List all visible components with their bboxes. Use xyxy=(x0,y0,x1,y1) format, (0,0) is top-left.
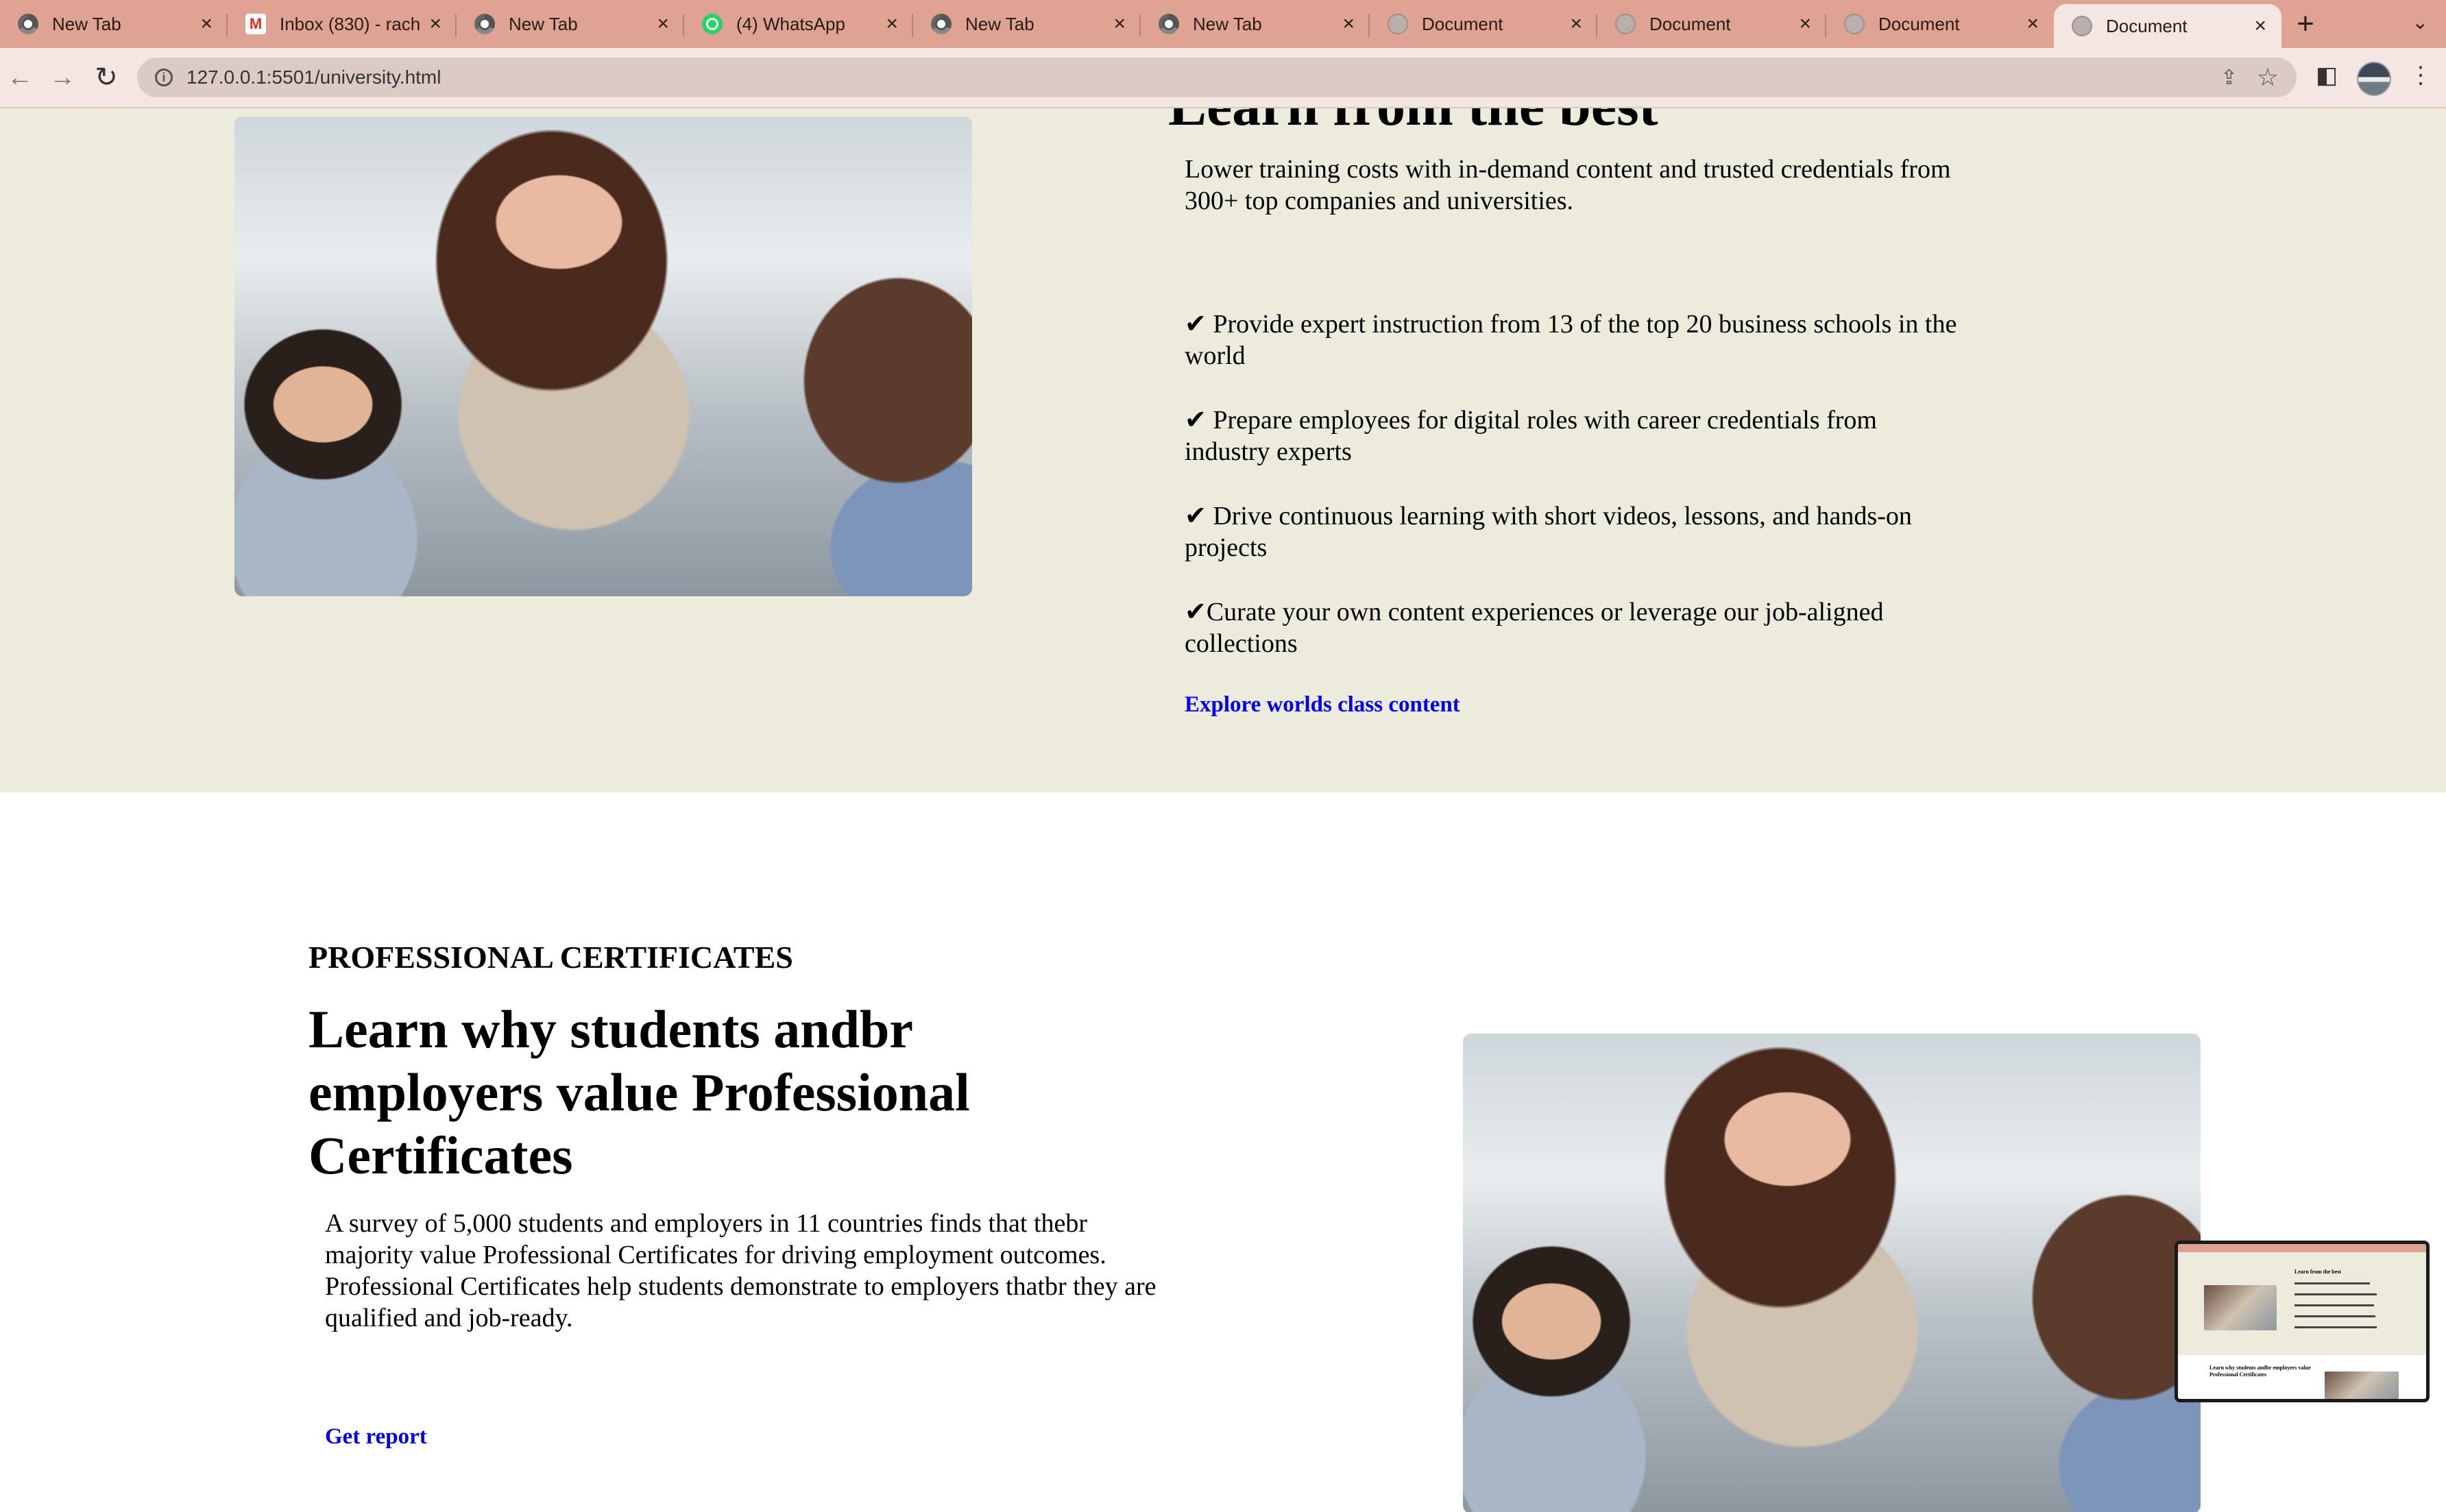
browser-tab[interactable]: Document × xyxy=(1597,0,1826,48)
tab-search-chevron-icon[interactable]: ⌄ xyxy=(2412,11,2428,34)
tab-close-icon[interactable]: × xyxy=(1113,12,1126,36)
tab-title: Document xyxy=(2106,15,2188,36)
tab-close-icon[interactable]: × xyxy=(2254,14,2266,38)
globe-icon xyxy=(1615,14,1636,34)
tab-title: Inbox (830) - rach xyxy=(280,13,421,34)
tab-title: New Tab xyxy=(1193,13,1262,34)
side-panel-icon[interactable]: ◧ xyxy=(2316,62,2338,89)
hero-intro-line: 300+ top companies and universities. xyxy=(1185,186,1574,215)
certificates-heading: Learn why students andbr employers value… xyxy=(308,999,970,1185)
tab-title: (4) WhatsApp xyxy=(736,13,845,34)
browser-tab[interactable]: Inbox (830) - rach × xyxy=(228,0,457,48)
thumbnail-hero: Learn from the best xyxy=(2178,1252,2426,1355)
browser-tab[interactable]: (4) WhatsApp × xyxy=(684,0,913,48)
browser-tab[interactable]: New Tab × xyxy=(913,0,1141,48)
address-bar[interactable]: i 127.0.0.1:5501/university.html ⇪ ☆ xyxy=(137,58,2297,97)
tab-close-icon[interactable]: × xyxy=(886,12,898,36)
benefit-item: ✔ Prepare employees for digital roles wi… xyxy=(1185,406,1877,466)
site-info-icon[interactable]: i xyxy=(155,69,173,86)
thumbnail-text-line xyxy=(2294,1293,2377,1295)
certificates-paragraph: Professional Certificates help students … xyxy=(325,1272,1157,1332)
hero-intro-line: Lower training costs with in-demand cont… xyxy=(1185,155,1951,184)
tab-close-icon[interactable]: × xyxy=(1342,12,1355,36)
benefit-item: ✔ Provide expert instruction from 13 of … xyxy=(1185,310,1957,370)
tab-title: New Tab xyxy=(965,13,1034,34)
browser-tab[interactable]: Document × xyxy=(1826,0,2054,48)
tab-title: Document xyxy=(1422,13,1503,34)
chrome-icon xyxy=(1159,14,1179,34)
explore-content-link[interactable]: Explore worlds class content xyxy=(1185,692,1460,718)
certificates-photo xyxy=(1463,1034,2201,1512)
browser-menu-icon[interactable]: ⋮ xyxy=(2409,62,2432,89)
thumbnail-tabbar xyxy=(2178,1244,2426,1252)
bookmark-star-icon[interactable]: ☆ xyxy=(2257,63,2279,92)
url-text: 127.0.0.1:5501/university.html xyxy=(186,66,441,88)
globe-icon xyxy=(1844,14,1865,34)
screenshot-preview-thumbnail[interactable]: Learn from the best Learn why students a… xyxy=(2175,1241,2430,1402)
page-viewport: Learn from the best Lower training costs… xyxy=(0,108,2446,1512)
browser-tab[interactable]: New Tab × xyxy=(1141,0,1370,48)
browser-tab[interactable]: Document × xyxy=(1370,0,1597,48)
tab-close-icon[interactable]: × xyxy=(1799,12,1811,36)
get-report-link[interactable]: Get report xyxy=(325,1424,427,1450)
share-icon[interactable]: ⇪ xyxy=(2220,66,2238,90)
globe-icon xyxy=(1388,14,1408,34)
whatsapp-icon xyxy=(702,14,723,34)
tab-close-icon[interactable]: × xyxy=(657,12,669,36)
tab-close-icon[interactable]: × xyxy=(2026,12,2039,36)
browser-tab[interactable]: Document × xyxy=(2054,4,2281,48)
globe-icon xyxy=(2072,16,2092,36)
hero-intro: Lower training costs with in-demand cont… xyxy=(1185,154,1966,217)
browser-tab[interactable]: New Tab × xyxy=(457,0,684,48)
thumbnail-photo xyxy=(2204,1285,2277,1330)
tab-title: Document xyxy=(1649,13,1731,34)
chrome-icon xyxy=(18,14,38,34)
tab-close-icon[interactable]: × xyxy=(200,12,213,36)
chrome-icon xyxy=(931,14,952,34)
back-button[interactable]: ← xyxy=(3,60,37,95)
benefit-item: ✔ Drive continuous learning with short v… xyxy=(1185,502,1912,562)
gmail-icon xyxy=(245,14,266,34)
tab-close-icon[interactable]: × xyxy=(1570,12,1582,36)
tab-title: New Tab xyxy=(509,13,578,34)
profile-avatar[interactable] xyxy=(2357,62,2391,96)
benefits-list: ✔ Provide expert instruction from 13 of … xyxy=(1185,308,1966,692)
hero-photo xyxy=(234,117,972,596)
tab-strip: New Tab×Inbox (830) - rach×New Tab×(4) W… xyxy=(0,0,2446,48)
thumbnail-subheading: Learn why students andbr employers value… xyxy=(2209,1365,2311,1378)
reload-button[interactable]: ↻ xyxy=(89,60,123,95)
thumbnail-text-line xyxy=(2294,1315,2375,1317)
hero-heading: Learn from the best xyxy=(1168,108,1658,139)
browser-toolbar: ← → ↻ i 127.0.0.1:5501/university.html ⇪… xyxy=(0,48,2446,108)
benefit-item: ✔Curate your own content experiences or … xyxy=(1185,598,1884,658)
new-tab-button[interactable]: + xyxy=(2281,0,2329,48)
hero-section: Learn from the best Lower training costs… xyxy=(0,108,2446,792)
thumbnail-text-line xyxy=(2294,1304,2374,1306)
thumbnail-title: Learn from the best xyxy=(2294,1269,2342,1275)
thumbnail-photo xyxy=(2325,1371,2399,1399)
certificates-description: A survey of 5,000 students and employers… xyxy=(325,1208,1175,1334)
certificates-paragraph: A survey of 5,000 students and employers… xyxy=(325,1209,1106,1269)
tab-title: Document xyxy=(1878,13,1960,34)
chrome-icon xyxy=(474,14,495,34)
tab-close-icon[interactable]: × xyxy=(429,12,441,36)
thumbnail-text-line xyxy=(2294,1326,2377,1328)
browser-tab[interactable]: New Tab × xyxy=(0,0,228,48)
tab-title: New Tab xyxy=(52,13,121,34)
forward-button[interactable]: → xyxy=(45,60,80,95)
thumbnail-text-line xyxy=(2294,1282,2370,1284)
section-eyebrow: PROFESSIONAL CERTIFICATES xyxy=(308,940,793,975)
